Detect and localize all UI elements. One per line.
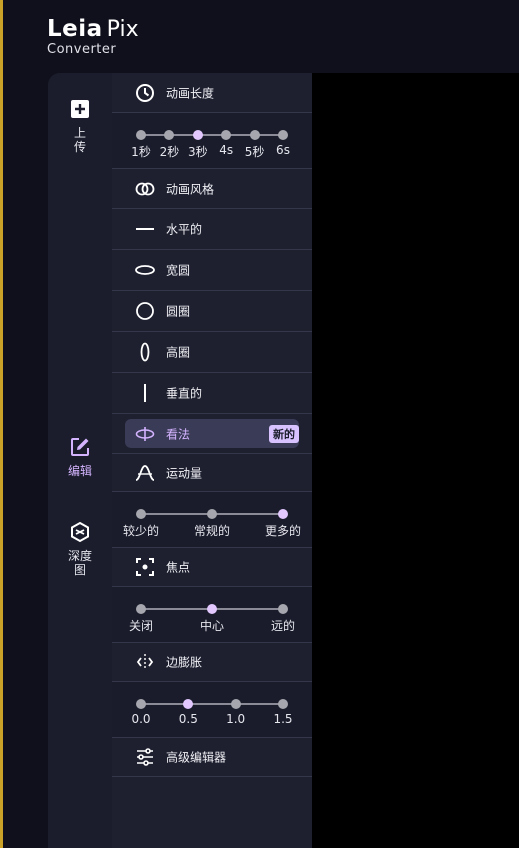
window-edge xyxy=(0,0,3,848)
focus-tick-label: 关闭 xyxy=(128,619,154,633)
rail-depth-label: 深度 图 xyxy=(67,549,92,577)
dilation-tick-label: 1.5 xyxy=(273,712,293,726)
focus-step-2[interactable] xyxy=(278,604,288,614)
duration-step-1[interactable] xyxy=(164,130,175,140)
duration-tick-label: 2秒 xyxy=(159,145,180,159)
duration-step-5[interactable] xyxy=(278,130,288,140)
preview-area xyxy=(312,73,519,848)
dilation-tick-label: 0.0 xyxy=(131,712,151,726)
new-badge: 新的 xyxy=(269,424,299,443)
duration-step-4[interactable] xyxy=(249,130,260,140)
nav-rail: 上 传 编辑 深度 图 xyxy=(48,73,112,848)
vertical-line-icon xyxy=(144,384,146,402)
rail-depth[interactable]: 深度 图 xyxy=(48,521,112,577)
section-advanced[interactable]: 高级编辑器 xyxy=(112,738,312,777)
rail-upload[interactable]: 上 传 xyxy=(48,98,112,154)
focus-tick-label: 中心 xyxy=(199,619,225,633)
dilation-step-3[interactable] xyxy=(278,699,288,709)
section-dilation[interactable]: 边膨胀 xyxy=(112,643,312,682)
perspective-icon xyxy=(135,426,155,441)
duration-tick-label: 6s xyxy=(276,143,290,157)
style-vertical-label: 垂直的 xyxy=(166,386,203,401)
style-wide-circle-label: 宽圆 xyxy=(166,263,191,278)
focus-title: 焦点 xyxy=(166,560,191,575)
motion-tick-label: 常规的 xyxy=(193,524,231,538)
depth-map-icon xyxy=(71,521,89,543)
focus-icon xyxy=(136,558,154,576)
motion-slider[interactable]: 较少的 常规的 更多的 xyxy=(112,492,312,548)
style-circle[interactable]: 圆圈 xyxy=(112,291,312,332)
dilation-title: 边膨胀 xyxy=(166,655,203,670)
duration-step-0[interactable] xyxy=(136,130,146,140)
section-duration[interactable]: 动画长度 xyxy=(112,73,312,113)
circle-icon xyxy=(136,302,154,320)
horizontal-line-icon xyxy=(136,228,154,230)
dilation-step-1[interactable] xyxy=(183,699,194,709)
style-vertical[interactable]: 垂直的 xyxy=(112,373,312,414)
duration-track xyxy=(141,134,283,136)
dilation-tick-label: 0.5 xyxy=(178,712,198,726)
style-horizontal[interactable]: 水平的 xyxy=(112,209,312,250)
duration-title: 动画长度 xyxy=(166,86,215,100)
logo-subtitle: Converter xyxy=(47,42,117,57)
section-style[interactable]: 动画风格 xyxy=(112,169,312,209)
logo-brand-pix: Pix xyxy=(106,17,139,42)
focus-slider[interactable]: 关闭 中心 远的 xyxy=(112,587,312,643)
dilation-step-0[interactable] xyxy=(136,699,146,709)
dilation-step-2[interactable] xyxy=(230,699,241,709)
section-focus[interactable]: 焦点 xyxy=(112,548,312,587)
rings-icon xyxy=(135,182,155,195)
style-horizontal-label: 水平的 xyxy=(166,222,203,237)
section-motion[interactable]: 运动量 xyxy=(112,454,312,492)
style-title: 动画风格 xyxy=(166,182,215,196)
wide-ellipse-icon xyxy=(135,265,155,275)
rail-edit-label: 编辑 xyxy=(67,464,92,478)
duration-slider[interactable]: 1秒 2秒 3秒 4s 5秒 6s xyxy=(112,113,312,169)
editor-panel: 上 传 编辑 深度 图 动画长度 1秒 2秒 3秒 4s 5秒 6s 动画风格 … xyxy=(48,73,519,848)
app-logo: Leia Pix Converter xyxy=(47,16,139,57)
motion-tick-label: 较少的 xyxy=(122,524,160,538)
duration-step-3[interactable] xyxy=(221,130,232,140)
sliders-icon xyxy=(137,748,153,766)
edit-icon xyxy=(71,438,89,456)
duration-tick-label: 1秒 xyxy=(131,145,151,159)
style-tall-circle-label: 高圈 xyxy=(166,345,191,360)
style-tall-circle[interactable]: 高圈 xyxy=(112,332,312,373)
clock-icon xyxy=(136,83,154,102)
style-wide-circle[interactable]: 宽圆 xyxy=(112,250,312,291)
duration-tick-label: 3秒 xyxy=(187,145,208,159)
motion-tick-label: 更多的 xyxy=(264,524,302,538)
style-perspective[interactable]: 看法 新的 xyxy=(112,414,312,454)
rail-upload-label: 上 传 xyxy=(73,126,86,154)
tall-ellipse-icon xyxy=(140,342,150,362)
options-panel: 动画长度 1秒 2秒 3秒 4s 5秒 6s 动画风格 水平的 宽圆 圆圈 高圈 xyxy=(112,73,312,848)
duration-step-2[interactable] xyxy=(192,130,203,140)
dilation-track xyxy=(141,703,283,705)
dilation-slider[interactable]: 0.0 0.5 1.0 1.5 xyxy=(112,682,312,738)
dilation-tick-label: 1.0 xyxy=(226,712,246,726)
edge-dilation-icon xyxy=(136,654,154,670)
motion-title: 运动量 xyxy=(166,466,203,480)
style-circle-label: 圆圈 xyxy=(166,304,191,319)
focus-tick-label: 远的 xyxy=(270,619,296,633)
focus-step-1[interactable] xyxy=(207,604,217,614)
duration-tick-label: 5秒 xyxy=(244,145,265,159)
style-perspective-label: 看法 xyxy=(166,427,191,441)
logo-brand: Leia xyxy=(47,16,103,42)
motion-wave-icon xyxy=(135,464,155,481)
motion-step-1[interactable] xyxy=(207,509,217,519)
advanced-title: 高级编辑器 xyxy=(166,750,227,765)
rail-edit[interactable]: 编辑 xyxy=(48,436,112,478)
plus-square-icon xyxy=(71,100,89,118)
motion-step-0[interactable] xyxy=(136,509,146,519)
motion-step-2[interactable] xyxy=(278,509,288,519)
duration-tick-label: 4s xyxy=(219,143,234,157)
focus-step-0[interactable] xyxy=(136,604,146,614)
